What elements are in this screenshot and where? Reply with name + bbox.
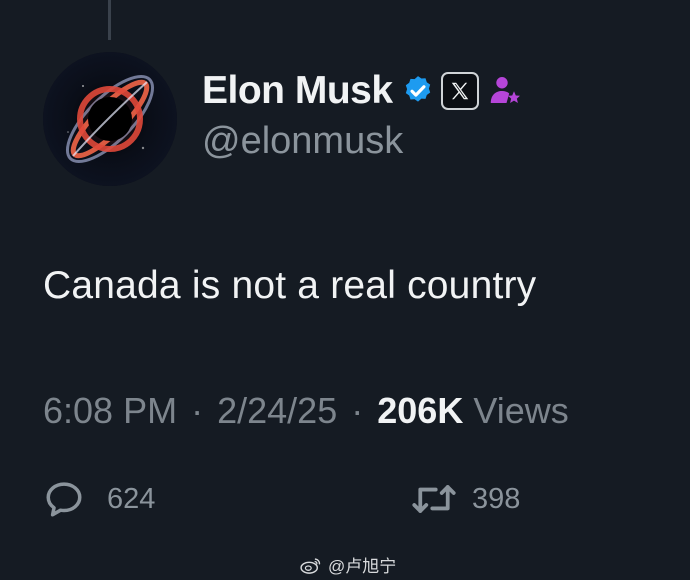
retweet-count: 398 (472, 482, 521, 515)
tweet-actions: 624 398 (0, 478, 690, 528)
tweet-text: Canada is not a real country (43, 264, 537, 307)
meta-separator: · (351, 390, 364, 431)
avatar[interactable] (43, 52, 177, 186)
author-display-name[interactable]: Elon Musk (202, 69, 393, 113)
author-handle[interactable]: @elonmusk (202, 120, 403, 163)
tweet-meta: 6:08 PM · 2/24/25 · 206K Views (43, 390, 569, 432)
views-count: 206K (377, 390, 464, 431)
retweet-button[interactable]: 398 (410, 478, 520, 520)
tweet-date[interactable]: 2/24/25 (217, 390, 337, 431)
author-name-row: Elon Musk (202, 66, 523, 116)
reply-button[interactable]: 624 (43, 478, 155, 520)
views-label: Views (473, 390, 569, 431)
person-star-icon[interactable] (487, 73, 523, 109)
reply-icon (46, 482, 82, 517)
reply-count: 624 (107, 482, 156, 515)
weibo-watermark: @卢旭宁 (300, 552, 396, 577)
verified-check-icon[interactable] (401, 74, 435, 108)
watermark-text: @卢旭宁 (328, 557, 397, 576)
x-logo-icon[interactable] (440, 72, 479, 110)
thread-connector-line (108, 0, 111, 40)
meta-separator: · (191, 390, 204, 431)
retweet-icon (412, 485, 456, 513)
tweet-time[interactable]: 6:08 PM (43, 390, 177, 431)
weibo-logo-icon (300, 557, 321, 574)
black-hole-avatar-image (43, 52, 177, 186)
